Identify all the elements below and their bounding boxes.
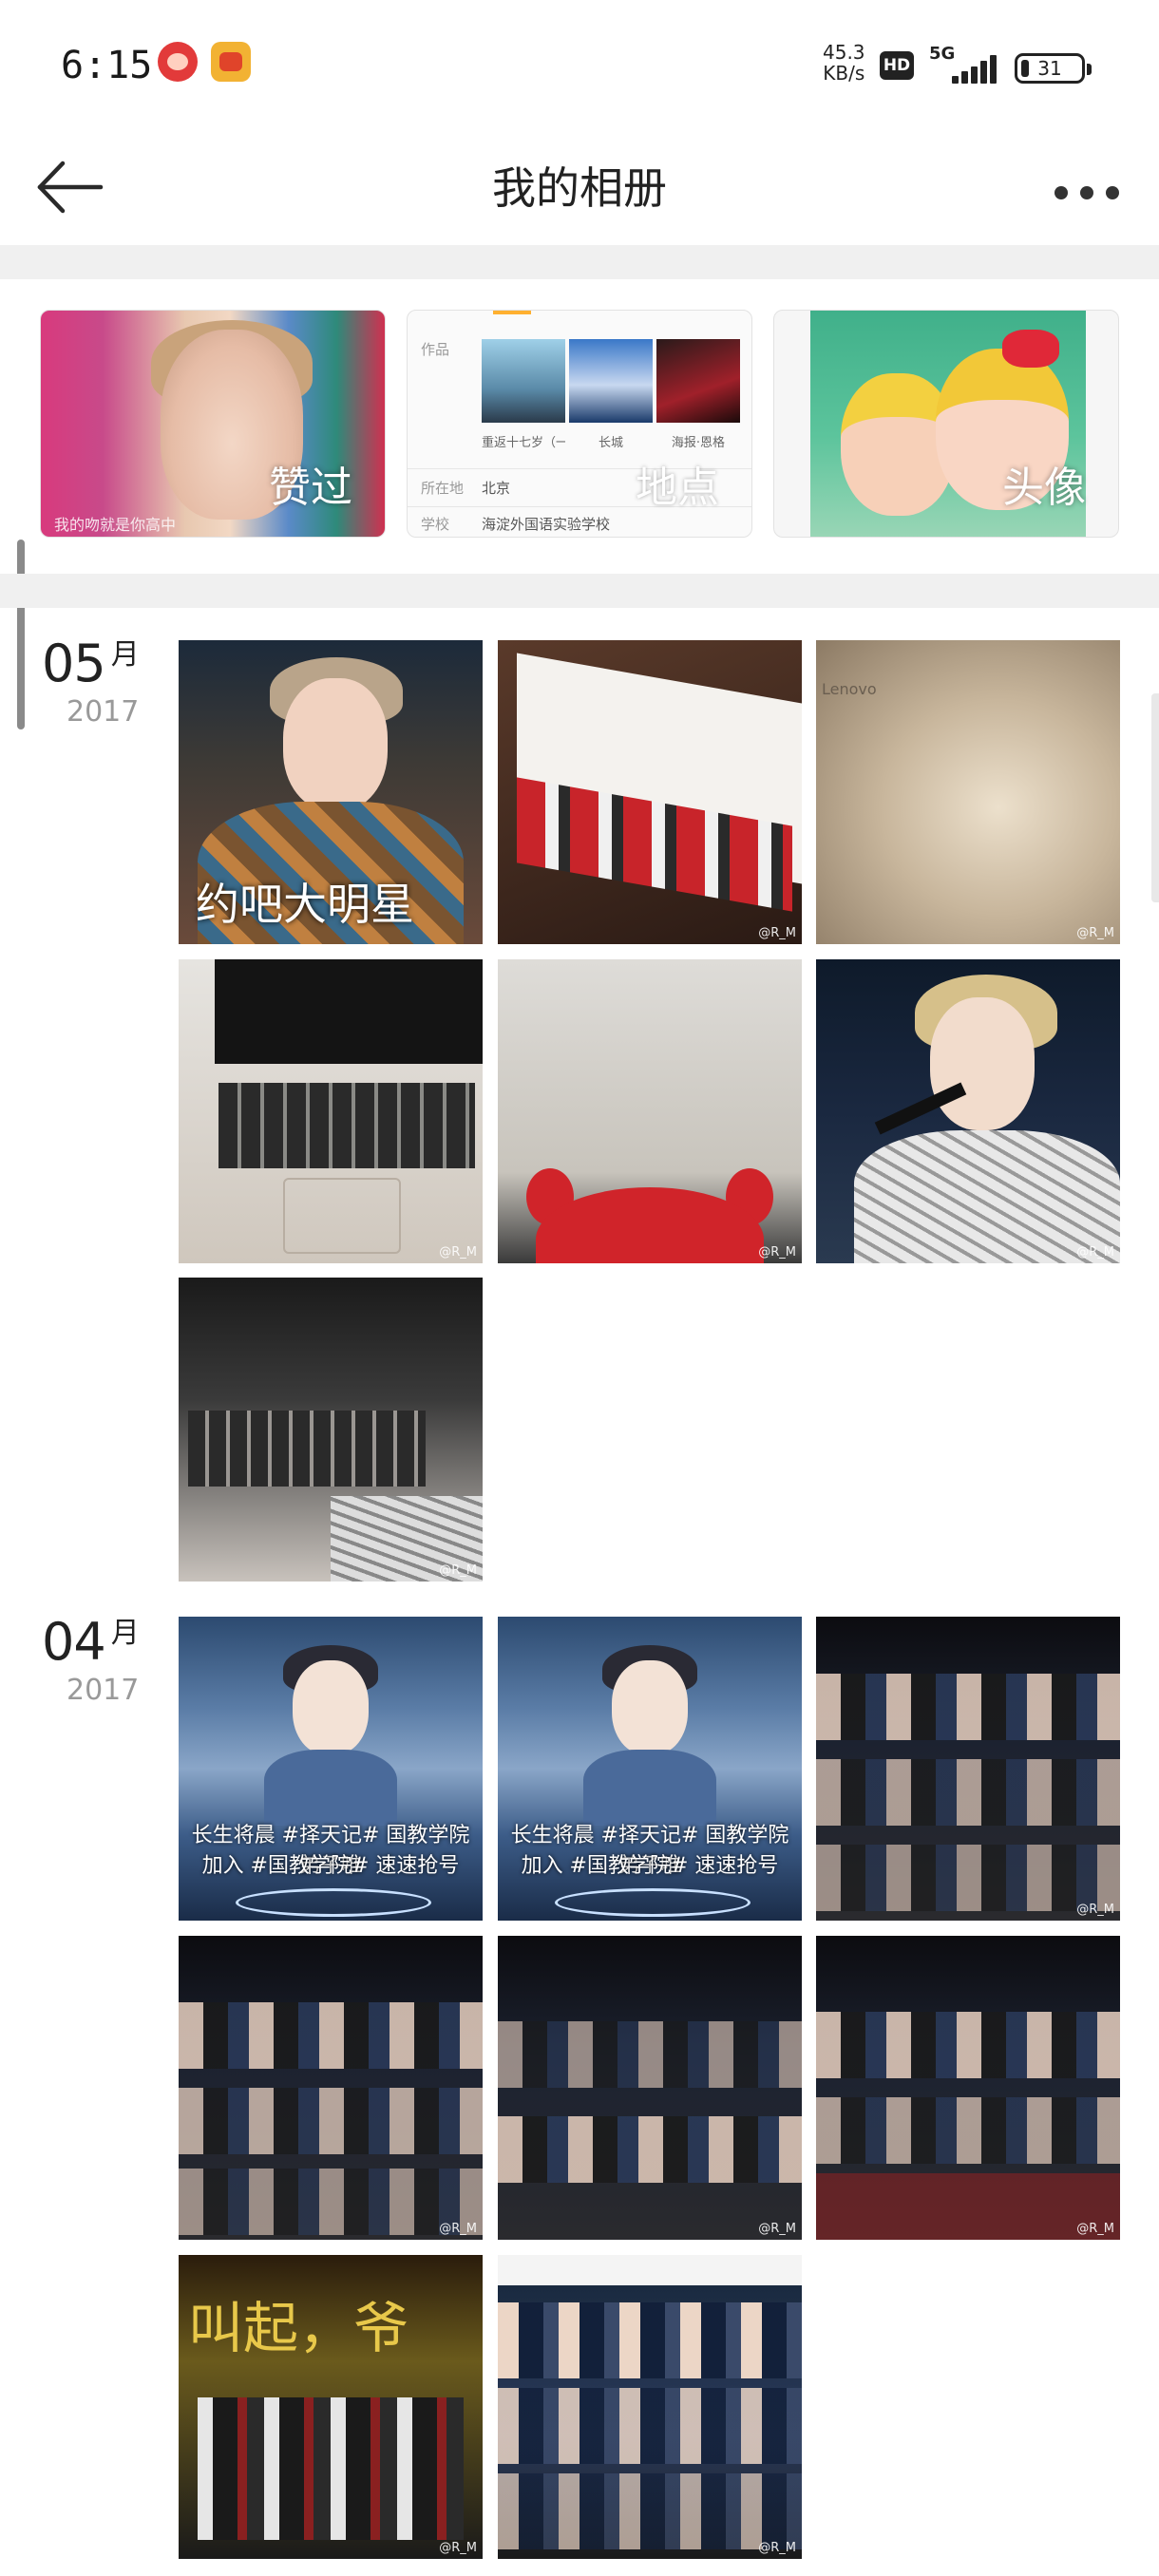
photo-text: 加入 #国教学院# 速速抢号 — [521, 1854, 779, 1878]
category-avatar-card[interactable]: 头像 — [773, 310, 1119, 538]
watermark: @R_M — [1076, 926, 1114, 940]
status-bar: 6:15 45.3 KB/s HD 5G 31 — [0, 0, 1159, 133]
fast-scroll-handle[interactable] — [1151, 693, 1159, 902]
photo-thumbnail[interactable]: @R_M — [816, 959, 1120, 1263]
watermark: @R_M — [1076, 1903, 1114, 1917]
work-caption: 海报·恩格 — [671, 436, 726, 450]
status-time: 6:15 — [61, 44, 153, 87]
photo-thumbnail[interactable]: 长生将晨 #择天记# 国教学院弟子唯 加入 #国教学院# 速速抢号 — [179, 1617, 483, 1921]
network-speed-value: 45.3 — [823, 41, 865, 64]
photo-thumbnail[interactable]: @R_M — [179, 1278, 483, 1582]
work-thumb — [482, 339, 565, 423]
page-title: 我的相册 — [492, 162, 667, 214]
battery-icon: 31 — [1015, 53, 1092, 84]
photo-thumbnail[interactable]: Lenovo @R_M — [816, 640, 1120, 944]
photo-thumbnail[interactable]: 长生将晨 #择天记# 国教学院弟子唯 加入 #国教学院# 速速抢号 — [498, 1617, 802, 1921]
photo-text: 加入 #国教学院# 速速抢号 — [201, 1854, 460, 1878]
photo-thumbnail[interactable]: @R_M — [498, 640, 802, 944]
watermark: @R_M — [439, 2222, 477, 2236]
month-year: 2017 — [66, 1674, 140, 1707]
month-number: 04 — [42, 1612, 106, 1672]
watermark: @R_M — [439, 1245, 477, 1260]
watermark: @R_M — [439, 2541, 477, 2555]
photo-thumbnail[interactable]: 约吧大明星 — [179, 640, 483, 944]
app-title-bar: 我的相册 — [0, 133, 1159, 245]
section-divider — [0, 574, 1159, 608]
work-caption: 重返十七岁（一 — [482, 436, 565, 450]
photo-thumbnail[interactable]: @R_M — [498, 1936, 802, 2240]
signal-strength-icon — [927, 49, 999, 84]
school-row-label: 学校 — [421, 516, 450, 533]
scrollbar[interactable] — [17, 540, 25, 729]
photo-text: Lenovo — [822, 680, 877, 698]
photo-thumbnail[interactable]: @R_M — [498, 2255, 802, 2559]
category-avatar-label: 头像 — [1002, 464, 1086, 512]
location-row-label: 所在地 — [421, 480, 465, 497]
category-location-label: 地点 — [636, 464, 719, 512]
notification-app-icon — [158, 42, 198, 82]
watermark: @R_M — [758, 926, 796, 940]
photo-thumbnail[interactable]: @R_M — [179, 1936, 483, 2240]
watermark: @R_M — [439, 1563, 477, 1578]
photo-thumbnail[interactable]: 叫起，爷 @R_M — [179, 2255, 483, 2559]
watermark: @R_M — [1076, 2222, 1114, 2236]
month-header: 04 月 2017 — [42, 1609, 165, 1707]
photo-thumbnail[interactable]: @R_M — [816, 1617, 1120, 1921]
more-options-button[interactable] — [1049, 161, 1125, 218]
network-speed-unit: KB/s — [823, 62, 865, 85]
school-value: 海淀外国语实验学校 — [482, 516, 611, 533]
network-speed: 45.3 KB/s — [823, 42, 865, 84]
photo-text: 约吧大明星 — [196, 879, 414, 930]
month-year: 2017 — [66, 695, 140, 729]
month-unit: 月 — [110, 638, 140, 672]
photo-text: 叫起，爷 — [188, 2296, 409, 2360]
month-unit: 月 — [110, 1617, 140, 1650]
notification-weibo-icon — [211, 42, 251, 82]
watermark: @R_M — [758, 2541, 796, 2555]
watermark: @R_M — [758, 2222, 796, 2236]
category-location-card[interactable]: 作品 重返十七岁（一 长城 海报·恩格 所在地 北京 学校 海淀外国语实验学校 … — [407, 310, 752, 538]
location-value: 北京 — [482, 480, 511, 497]
category-liked-label: 赞过 — [269, 464, 352, 512]
work-thumb — [656, 339, 740, 423]
watermark: @R_M — [1076, 1245, 1114, 1260]
hd-voice-icon: HD — [880, 51, 914, 80]
works-row-label: 作品 — [421, 341, 450, 358]
photo-thumbnail[interactable]: @R_M — [816, 1936, 1120, 2240]
category-liked-card[interactable]: 我的吻就是你高中 赞过 — [40, 310, 386, 538]
battery-level-text: 31 — [1037, 57, 1062, 80]
watermark: @R_M — [758, 1245, 796, 1260]
month-number: 05 — [42, 634, 106, 693]
work-thumb — [569, 339, 653, 423]
liked-cover-caption: 我的吻就是你高中 — [54, 516, 177, 534]
album-categories: 我的吻就是你高中 赞过 作品 重返十七岁（一 长城 海报·恩格 所在地 北京 学… — [0, 310, 1159, 538]
photo-thumbnail[interactable]: @R_M — [498, 959, 802, 1263]
work-caption: 长城 — [598, 436, 623, 450]
photo-thumbnail[interactable]: @R_M — [179, 959, 483, 1263]
section-divider — [0, 245, 1159, 279]
month-header: 05 月 2017 — [42, 631, 165, 729]
